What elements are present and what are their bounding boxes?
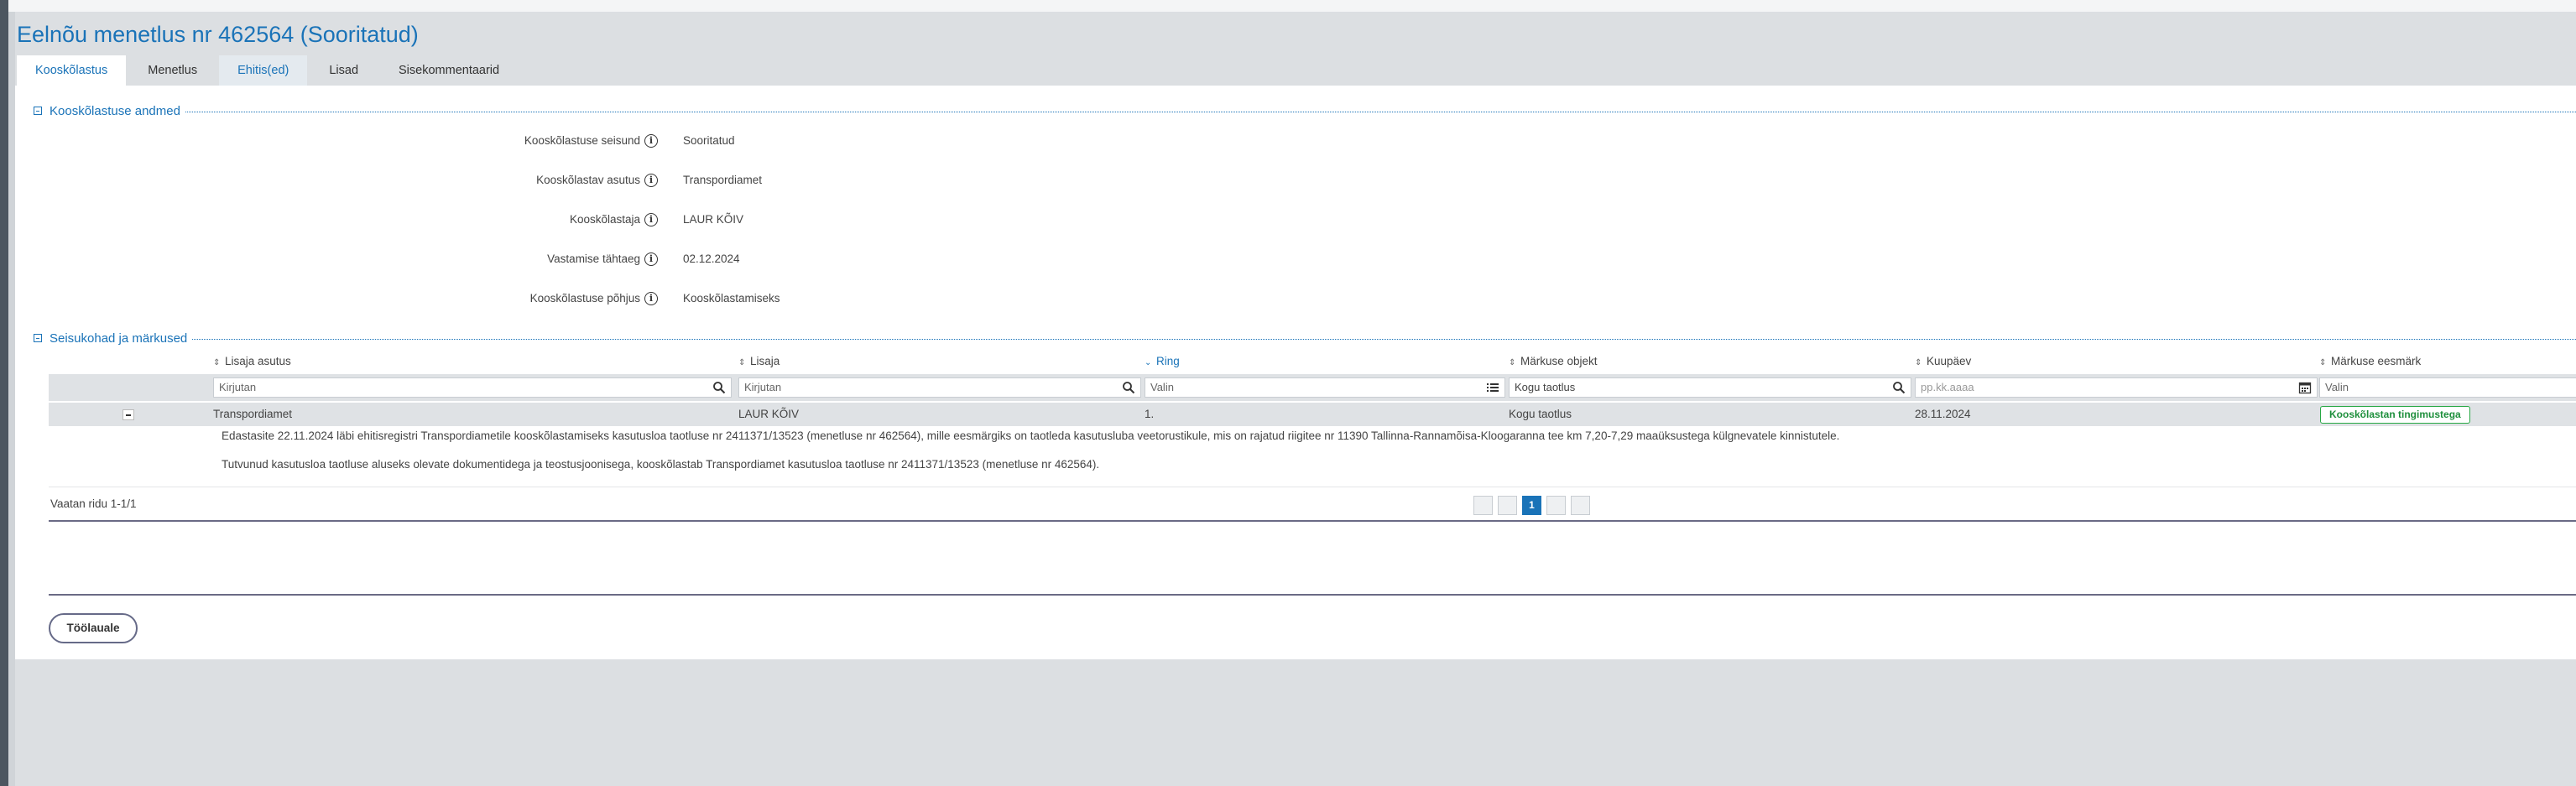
field-label: Kooskõlastuse põhjus <box>529 292 640 305</box>
search-icon[interactable] <box>1122 381 1135 394</box>
filter-ring[interactable]: Valin <box>1145 377 1505 398</box>
section-title: Seisukohad ja märkused <box>50 331 188 346</box>
info-icon[interactable]: i <box>644 252 658 266</box>
section-divider <box>192 338 2576 340</box>
table-row[interactable]: Transpordiamet LAUR KÕIV 1. Kogu taotlus… <box>49 403 2576 426</box>
row-collapse-icon[interactable] <box>123 409 134 420</box>
field-label: Vastamise tähtaeg <box>547 252 640 265</box>
field-pohjus: Kooskõlastuse põhjus i Kooskõlastamiseks <box>15 289 1022 309</box>
section-title: Kooskõlastuse andmed <box>50 103 180 118</box>
table-footer: Vaatan ridu 1-1/1 1 <box>49 487 2576 522</box>
section-header-seisukohad[interactable]: Seisukohad ja märkused <box>34 330 2576 346</box>
remark-text: Tutvunud kasutusloa taotluse aluseks ole… <box>222 458 1100 471</box>
sort-icon: ⇕ <box>213 358 221 367</box>
status-badge: Kooskõlastan tingimustega <box>2320 406 2470 424</box>
field-value: Transpordiamet <box>683 174 763 186</box>
top-strip <box>0 0 2576 12</box>
field-asutus: Kooskõlastav asutus i Transpordiamet <box>15 170 1022 190</box>
prev-page-button[interactable] <box>1498 496 1517 515</box>
sort-icon: ⇕ <box>2319 358 2327 367</box>
column-header-lisaja[interactable]: ⇕ Lisaja <box>738 352 780 371</box>
filter-kuupaev[interactable]: pp.kk.aaaa <box>1915 377 2318 398</box>
cell-objekt: Kogu taotlus <box>1509 408 1572 420</box>
tab-kooskolastus[interactable]: Kooskõlastus <box>17 55 127 86</box>
field-label: Kooskõlastav asutus <box>536 174 640 186</box>
sort-icon: ⇕ <box>738 358 746 367</box>
collapse-icon[interactable] <box>34 107 42 115</box>
content-panel: Kooskõlastuse andmed Kooskõlastuse seisu… <box>15 86 2576 659</box>
search-icon[interactable] <box>712 381 726 394</box>
field-tahtaeg: Vastamise tähtaeg i 02.12.2024 <box>15 249 1022 269</box>
info-icon[interactable]: i <box>644 174 658 187</box>
cell-kuupaev: 28.11.2024 <box>1915 408 1971 420</box>
divider <box>49 594 2576 596</box>
first-page-button[interactable] <box>1473 496 1493 515</box>
column-header-ring[interactable]: ⌄ Ring <box>1145 352 1180 371</box>
cell-lisaja: LAUR KÕIV <box>738 408 800 420</box>
calendar-icon[interactable] <box>2298 381 2312 394</box>
filter-markuse-objekt[interactable]: Kogu taotlus <box>1509 377 1911 398</box>
filter-lisaja-asutus[interactable]: Kirjutan <box>213 377 732 398</box>
cell-ring: 1. <box>1145 408 1155 420</box>
info-icon[interactable]: i <box>644 292 658 305</box>
column-header-markuse-objekt[interactable]: ⇕ Märkuse objekt <box>1509 352 1598 371</box>
info-icon[interactable]: i <box>644 134 658 148</box>
page-title: Eelnõu menetlus nr 462564 (Sooritatud) <box>17 22 419 47</box>
column-header-markuse-eesmark[interactable]: ⇕ Märkuse eesmärk <box>2319 352 2421 371</box>
section-header-kooskolastuse-andmed[interactable]: Kooskõlastuse andmed <box>34 102 2576 119</box>
filter-row: Kirjutan Kirjutan Valin Kogu taotlus pp.… <box>49 374 2576 401</box>
filter-markuse-eesmark[interactable]: Valin <box>2319 377 2576 398</box>
cell-asutus: Transpordiamet <box>213 408 293 420</box>
column-header-kuupaev[interactable]: ⇕ Kuupäev <box>1915 352 1971 371</box>
remark-text: Edastasite 22.11.2024 läbi ehitisregistr… <box>222 429 1840 442</box>
search-icon[interactable] <box>1892 381 1906 394</box>
field-label: Kooskõlastuse seisund <box>524 134 640 147</box>
field-value: Kooskõlastamiseks <box>683 292 780 305</box>
tab-sisekommentaarid[interactable]: Sisekommentaarid <box>380 55 518 86</box>
list-icon[interactable] <box>1486 381 1499 394</box>
sort-desc-icon: ⌄ <box>1145 358 1152 367</box>
next-page-button[interactable] <box>1546 496 1566 515</box>
info-icon[interactable]: i <box>644 213 658 226</box>
field-seisund: Kooskõlastuse seisund i Sooritatud <box>15 131 1022 151</box>
sort-icon: ⇕ <box>1915 358 1922 367</box>
field-label: Kooskõlastaja <box>569 213 640 226</box>
pagination: 1 <box>1473 496 1595 515</box>
toolauale-button[interactable]: Töölauale <box>49 613 138 643</box>
field-kooskolastaja: Kooskõlastaja i LAUR KÕIV <box>15 210 1022 230</box>
tab-lisad[interactable]: Lisad <box>310 55 377 86</box>
filter-lisaja[interactable]: Kirjutan <box>738 377 1141 398</box>
column-header-lisaja-asutus[interactable]: ⇕ Lisaja asutus <box>213 352 291 371</box>
tab-bar: Kooskõlastus Menetlus Ehitis(ed) Lisad S… <box>17 55 521 86</box>
left-edge <box>0 0 8 786</box>
page-button-current[interactable]: 1 <box>1522 496 1541 515</box>
field-value: 02.12.2024 <box>683 252 740 265</box>
page: Eelnõu menetlus nr 462564 (Sooritatud) K… <box>15 12 2576 659</box>
field-value: LAUR KÕIV <box>683 213 744 226</box>
row-count: Vaatan ridu 1-1/1 <box>50 497 137 510</box>
left-gutter <box>8 12 15 786</box>
collapse-icon[interactable] <box>34 334 42 342</box>
sort-icon: ⇕ <box>1509 358 1516 367</box>
tab-ehitised[interactable]: Ehitis(ed) <box>219 55 308 86</box>
last-page-button[interactable] <box>1571 496 1590 515</box>
tab-menetlus[interactable]: Menetlus <box>129 55 216 86</box>
field-value: Sooritatud <box>683 134 735 147</box>
